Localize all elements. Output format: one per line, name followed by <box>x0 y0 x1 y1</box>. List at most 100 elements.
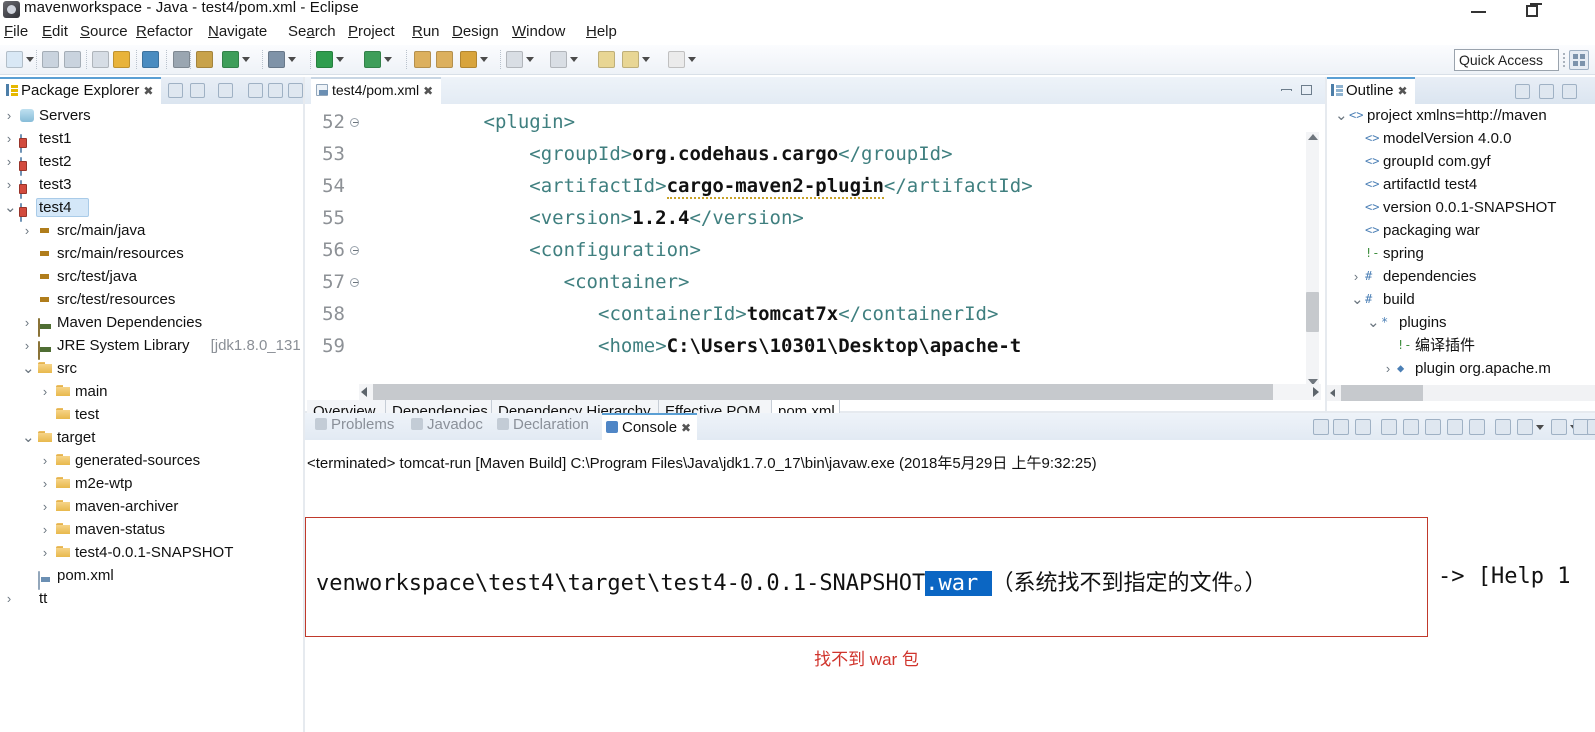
chevron-right-icon[interactable]: › <box>40 495 50 518</box>
outline-item-plugin[interactable]: › ◆ plugin org.apache.m <box>1327 357 1595 380</box>
refresh-maven-icon[interactable] <box>113 51 130 68</box>
new-folder-icon[interactable] <box>414 51 431 68</box>
menu-search[interactable]: Search <box>288 23 336 40</box>
outline-horizontal-scrollbar[interactable] <box>1327 385 1595 401</box>
outline-tree[interactable]: ⌄ <> project xmlns=http://maven <> modelVers… <box>1327 104 1595 385</box>
chevron-down-icon[interactable] <box>288 57 296 62</box>
tree-item-test4-0-0-1-snapshot[interactable]: › test4-0.0.1-SNAPSHOT <box>0 541 300 564</box>
new-wizard-icon[interactable] <box>6 51 23 68</box>
chevron-down-icon[interactable]: ⌄ <box>22 426 35 449</box>
maximize-view-icon[interactable] <box>1587 419 1595 435</box>
tree-item-src-test-java[interactable]: src/test/java <box>0 265 300 288</box>
menu-edit[interactable]: Edit <box>42 23 68 40</box>
open-folder-icon[interactable] <box>436 51 453 68</box>
chevron-right-icon[interactable]: › <box>4 104 14 127</box>
tree-item-maven-archiver[interactable]: › maven-archiver <box>0 495 300 518</box>
outline-item-project[interactable]: ⌄ <> project xmlns=http://maven <box>1327 104 1595 127</box>
chevron-down-icon[interactable] <box>336 57 344 62</box>
outline-item-packaging[interactable]: <> packaging war <box>1327 219 1595 242</box>
view-menu-icon[interactable] <box>1562 84 1577 99</box>
tree-item-servers[interactable]: › Servers <box>0 104 300 127</box>
run-icon[interactable] <box>316 51 333 68</box>
outline-item-version[interactable]: <> version 0.0.1-SNAPSHOT <box>1327 196 1595 219</box>
chevron-right-icon[interactable]: › <box>4 587 14 610</box>
save-icon[interactable] <box>42 51 59 68</box>
outline-item-dependencies[interactable]: › # dependencies <box>1327 265 1595 288</box>
chevron-down-icon[interactable] <box>526 57 534 62</box>
focus-on-active-task-icon[interactable] <box>218 83 233 98</box>
next-annotation-icon[interactable] <box>550 51 567 68</box>
close-icon[interactable]: ✖ <box>423 84 433 98</box>
open-console-icon[interactable] <box>1495 419 1511 435</box>
clear-console-icon[interactable] <box>1381 419 1397 435</box>
package-explorer-tree[interactable]: › Servers › test1 › test2 › test3 ⌄ test4 › src/mai… <box>0 104 300 732</box>
chevron-down-icon[interactable] <box>688 57 696 62</box>
menu-window[interactable]: Window <box>512 23 565 40</box>
close-icon[interactable]: ✖ <box>1398 84 1408 98</box>
tab-console[interactable]: Console ✖ <box>602 413 698 440</box>
chevron-down-icon[interactable]: ⌄ <box>1335 104 1348 127</box>
remove-launch-icon[interactable] <box>1333 419 1349 435</box>
display-selected-console-icon[interactable] <box>1469 419 1485 435</box>
chevron-right-icon[interactable]: › <box>4 173 14 196</box>
annotation-icon[interactable] <box>506 51 523 68</box>
tree-item-jre-system-library[interactable]: › JRE System Library [jdk1.8.0_131] <box>0 334 300 360</box>
horizontal-scroll-thumb[interactable] <box>1341 385 1423 401</box>
pin-console-icon[interactable] <box>1447 419 1463 435</box>
tree-item-main[interactable]: › main <box>0 380 300 403</box>
scroll-up-arrow-icon[interactable] <box>1308 134 1318 140</box>
menu-help[interactable]: Help <box>586 23 617 40</box>
minimize-view-icon[interactable] <box>268 83 283 98</box>
chevron-down-icon[interactable] <box>1536 425 1544 430</box>
outline-item-modelversion[interactable]: <> modelVersion 4.0.0 <box>1327 127 1595 150</box>
chevron-right-icon[interactable]: › <box>22 219 32 242</box>
forward-icon[interactable] <box>622 51 639 68</box>
horizontal-scroll-thumb[interactable] <box>373 384 1273 400</box>
chevron-right-icon[interactable]: › <box>40 541 50 564</box>
back-icon[interactable] <box>598 51 615 68</box>
menu-project[interactable]: Project <box>348 23 395 40</box>
tab-outline[interactable]: Outline ✖ <box>1327 77 1415 104</box>
tree-item-src-main-java[interactable]: › src/main/java <box>0 219 300 242</box>
tree-item-src[interactable]: ⌄ src <box>0 357 300 380</box>
tree-item-test3[interactable]: › test3 <box>0 173 300 199</box>
vertical-scroll-thumb[interactable] <box>1306 292 1319 332</box>
tree-item-generated-sources[interactable]: › generated-sources <box>0 449 300 472</box>
outline-item-build[interactable]: ⌄ # build <box>1327 288 1595 311</box>
maximize-view-icon[interactable] <box>288 83 303 98</box>
run-external-icon[interactable] <box>364 51 381 68</box>
tree-item-target[interactable]: ⌄ target <box>0 426 300 449</box>
collapse-all-icon[interactable] <box>1539 84 1554 99</box>
forward2-icon[interactable] <box>668 51 685 68</box>
view-menu-icon[interactable] <box>248 83 263 98</box>
chevron-down-icon[interactable] <box>570 57 578 62</box>
tab-declaration[interactable]: Declaration <box>493 416 593 440</box>
tab-problems[interactable]: Problems <box>311 416 398 440</box>
scroll-lock-icon[interactable] <box>1403 419 1419 435</box>
tree-item-src-main-resources[interactable]: src/main/resources <box>0 242 300 265</box>
chevron-right-icon[interactable]: › <box>22 311 32 334</box>
chevron-right-icon[interactable]: › <box>4 127 14 150</box>
minimize-button[interactable] <box>1455 0 1501 22</box>
quick-access-input[interactable]: Quick Access <box>1454 49 1559 71</box>
code-text-area[interactable]: 52 53 54 55 56 57 58 59 <plugin> <groupId>org.co… <box>307 104 1323 384</box>
coverage-icon[interactable] <box>222 51 239 68</box>
chevron-right-icon[interactable]: › <box>1351 265 1361 288</box>
tree-item-test2[interactable]: › test2 <box>0 150 300 176</box>
fold-toggle-icon[interactable] <box>350 246 359 255</box>
chevron-down-icon[interactable]: ⌄ <box>22 357 35 380</box>
link-with-editor-icon[interactable] <box>1515 84 1530 99</box>
close-icon[interactable]: ✖ <box>143 84 153 98</box>
menu-run[interactable]: Run <box>412 23 440 40</box>
chevron-right-icon[interactable]: › <box>1383 357 1393 380</box>
chevron-down-icon[interactable]: ⌄ <box>1367 311 1380 334</box>
tree-item-test1[interactable]: › test1 <box>0 127 300 153</box>
word-wrap-icon[interactable] <box>1425 419 1441 435</box>
chevron-right-icon[interactable]: › <box>4 150 14 173</box>
tab-package-explorer[interactable]: Package Explorer ✖ <box>0 77 162 104</box>
fold-toggle-icon[interactable] <box>350 118 359 127</box>
chevron-down-icon[interactable] <box>384 57 392 62</box>
tab-pom-xml[interactable]: test4/pom.xml ✖ <box>311 77 442 104</box>
open-type-icon[interactable] <box>142 51 159 68</box>
tree-item-test[interactable]: test <box>0 403 300 426</box>
